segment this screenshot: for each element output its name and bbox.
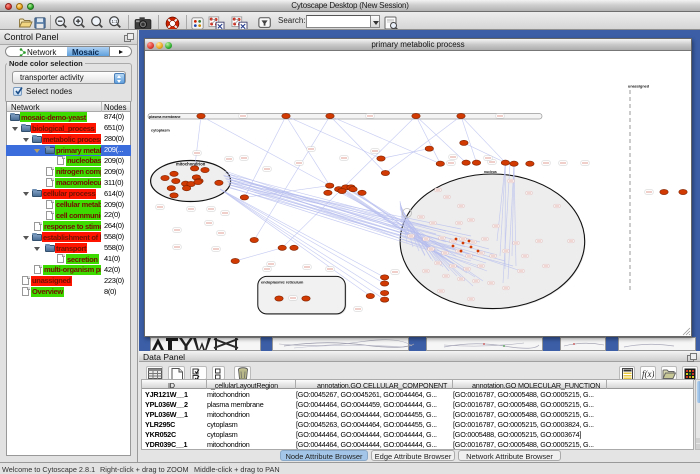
svg-text:endoplasmic reticulum: endoplasmic reticulum <box>261 280 304 285</box>
svg-text:cytoplasm: cytoplasm <box>151 129 170 133</box>
svg-text:unassigned: unassigned <box>628 85 650 89</box>
svg-text:mitochondrion: mitochondrion <box>176 162 206 167</box>
svg-text:1:1: 1:1 <box>111 19 118 24</box>
svg-text:plasma membrane: plasma membrane <box>149 115 181 119</box>
svg-text:nucleus: nucleus <box>484 170 497 174</box>
